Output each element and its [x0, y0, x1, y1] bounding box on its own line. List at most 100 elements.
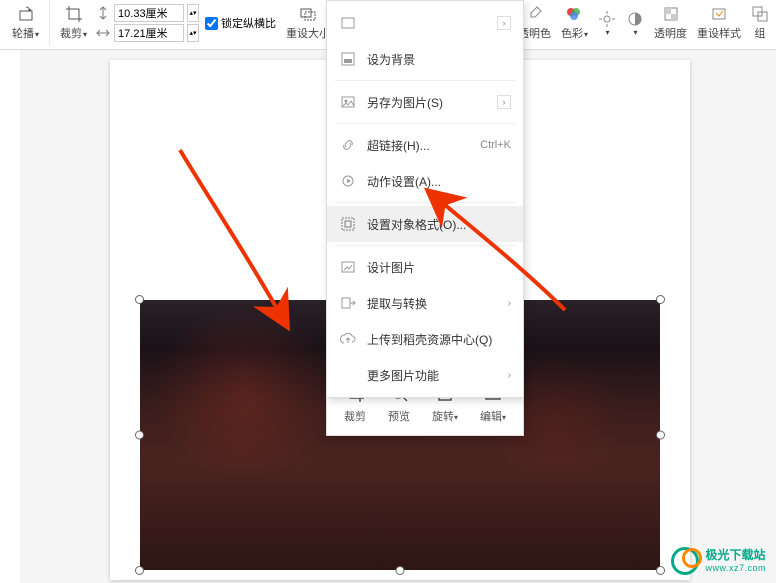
design-icon: [339, 258, 357, 276]
qt-crop-label: 裁剪: [344, 408, 366, 424]
menu-extract-convert[interactable]: 提取与转换 ›: [327, 285, 523, 321]
chevron-down-icon: ▾: [605, 28, 609, 37]
menu-separator: [335, 202, 515, 203]
watermark: 极光下载站 www.xz7.com: [671, 547, 766, 575]
color-button[interactable]: 色彩▾: [556, 3, 593, 43]
menu-action-settings-label: 动作设置(A)...: [367, 173, 441, 190]
resize-handle-tr[interactable]: [656, 295, 665, 304]
contrast-icon: [626, 10, 644, 28]
background-icon: [339, 50, 357, 68]
rotate-label: 轮播: [12, 28, 34, 40]
color-icon: [565, 5, 583, 23]
width-input[interactable]: [114, 24, 184, 42]
color-label: 色彩: [561, 28, 583, 40]
size-inputs: ▴▾ ▴▾: [95, 4, 199, 42]
lock-ratio-input[interactable]: [205, 17, 218, 30]
width-row: ▴▾: [95, 24, 199, 42]
lock-ratio-label: 锁定纵横比: [221, 15, 276, 31]
contrast-button[interactable]: ▾: [621, 8, 649, 39]
group-button[interactable]: 组: [746, 3, 774, 43]
width-spinner[interactable]: ▴▾: [187, 24, 199, 42]
menu-more-image-funcs[interactable]: 更多图片功能 ›: [327, 357, 523, 393]
lock-ratio-checkbox[interactable]: 锁定纵横比: [205, 15, 276, 31]
crop-label: 裁剪: [60, 28, 82, 40]
crop-icon: [65, 5, 83, 23]
brightness-button[interactable]: ▾: [593, 8, 621, 39]
chevron-down-icon: ▾: [502, 413, 506, 422]
menu-set-background[interactable]: 设为背景: [327, 41, 523, 77]
qt-edit-label: 编辑: [480, 411, 502, 423]
menu-separator: [335, 245, 515, 246]
height-input[interactable]: [114, 4, 184, 22]
reset-style-button[interactable]: 重设样式: [692, 3, 746, 43]
menu-format-object-label: 设置对象格式(O)...: [367, 216, 466, 233]
resize-handle-ml[interactable]: [135, 431, 144, 440]
crop-button[interactable]: 裁剪▾: [56, 3, 91, 43]
format-icon: [339, 215, 357, 233]
qt-rotate-label: 旋转: [432, 411, 454, 423]
menu-more-image-funcs-label: 更多图片功能: [367, 367, 439, 384]
row-icon: [339, 14, 357, 32]
height-spinner[interactable]: ▴▾: [187, 4, 199, 22]
menu-hyperlink-label: 超链接(H)...: [367, 137, 430, 154]
group-icon: [751, 5, 769, 23]
menu-action-settings[interactable]: 动作设置(A)...: [327, 163, 523, 199]
transparency-label: 透明度: [654, 25, 687, 41]
upload-icon: [339, 330, 357, 348]
watermark-logo-icon: [671, 547, 699, 575]
height-icon: [95, 5, 111, 21]
action-icon: [339, 172, 357, 190]
transparency-icon: [662, 5, 680, 23]
menu-row-top[interactable]: ›: [327, 5, 523, 41]
menu-design-image-label: 设计图片: [367, 259, 415, 276]
rotate-icon: [17, 5, 35, 23]
menu-save-as-image[interactable]: 另存为图片(S) ›: [327, 84, 523, 120]
menu-hyperlink-shortcut: Ctrl+K: [480, 139, 511, 151]
width-icon: [95, 25, 111, 41]
chevron-down-icon: ▾: [35, 30, 39, 39]
resize-handle-br[interactable]: [656, 566, 665, 575]
context-menu: › 设为背景 另存为图片(S) › 超链接(H)... Ctrl+K 动作设置(…: [326, 0, 524, 398]
menu-separator: [335, 123, 515, 124]
reset-style-icon: [710, 5, 728, 23]
ribbon-group-rotate: 轮播▾: [2, 0, 50, 46]
watermark-title: 极光下载站: [705, 549, 766, 563]
height-row: ▴▾: [95, 4, 199, 22]
reset-size-icon: [299, 5, 317, 23]
rotate-button[interactable]: 轮播▾: [8, 3, 43, 43]
watermark-text: 极光下载站 www.xz7.com: [705, 549, 766, 573]
menu-save-as-image-label: 另存为图片(S): [367, 94, 443, 111]
chevron-right-icon: ›: [497, 16, 511, 30]
menu-upload-docer[interactable]: 上传到稻壳资源中心(Q): [327, 321, 523, 357]
chevron-down-icon: ▾: [584, 30, 588, 39]
menu-separator: [335, 80, 515, 81]
menu-set-background-label: 设为背景: [367, 51, 415, 68]
ribbon-right-group: 透明色 色彩▾ ▾ ▾ 透明度 重设样式 组: [513, 0, 774, 46]
watermark-url: www.xz7.com: [705, 563, 766, 573]
chevron-down-icon: ▾: [454, 413, 458, 422]
resize-handle-bl[interactable]: [135, 566, 144, 575]
resize-handle-bc[interactable]: [396, 566, 405, 575]
chevron-down-icon: ▾: [633, 28, 637, 37]
reset-style-label: 重设样式: [697, 25, 741, 41]
menu-upload-docer-label: 上传到稻壳资源中心(Q): [367, 331, 492, 348]
menu-hyperlink[interactable]: 超链接(H)... Ctrl+K: [327, 127, 523, 163]
ribbon-group-size: 裁剪▾ ▴▾ ▴▾ 锁定纵横比 重设大小: [50, 0, 341, 46]
chevron-right-icon: ›: [508, 370, 511, 381]
image-icon: [339, 93, 357, 111]
menu-extract-convert-label: 提取与转换: [367, 295, 427, 312]
qt-preview-label: 预览: [388, 408, 410, 424]
menu-format-object[interactable]: 设置对象格式(O)...: [327, 206, 523, 242]
chevron-right-icon: ›: [497, 95, 511, 109]
extract-icon: [339, 294, 357, 312]
menu-design-image[interactable]: 设计图片: [327, 249, 523, 285]
reset-size-label: 重设大小: [286, 25, 330, 41]
group-label: 组: [755, 25, 766, 41]
chevron-right-icon: ›: [508, 298, 511, 309]
sun-icon: [598, 10, 616, 28]
resize-handle-tl[interactable]: [135, 295, 144, 304]
eyedropper-icon: [525, 5, 543, 23]
link-icon: [339, 136, 357, 154]
transparency-button[interactable]: 透明度: [649, 3, 692, 43]
resize-handle-mr[interactable]: [656, 431, 665, 440]
